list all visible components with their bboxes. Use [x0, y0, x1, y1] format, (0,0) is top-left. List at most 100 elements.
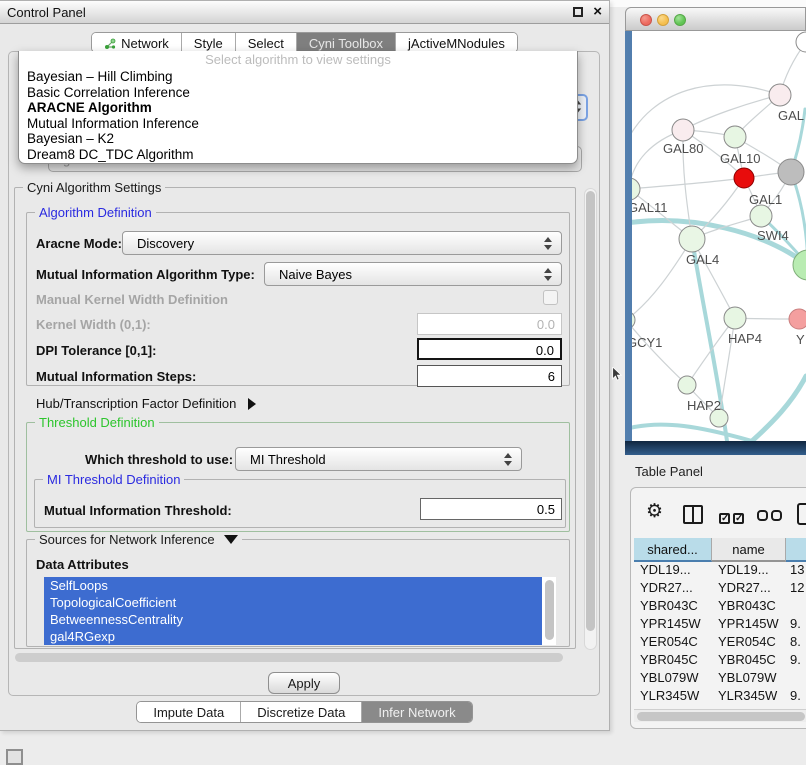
- manual-kernel-width-label: Manual Kernel Width Definition: [36, 292, 228, 307]
- settings-hscrollbar-thumb[interactable]: [15, 653, 563, 662]
- tab-infer-network[interactable]: Infer Network: [362, 702, 471, 722]
- dpi-tolerance-field[interactable]: 0.0: [417, 338, 562, 360]
- network-window-titlebar[interactable]: [625, 7, 806, 31]
- dropdown-item-aracne[interactable]: ARACNE Algorithm: [19, 100, 577, 116]
- float-window-icon[interactable]: [573, 7, 583, 17]
- column-header-shared-name[interactable]: shared...: [634, 538, 712, 562]
- column-header-name[interactable]: name: [712, 538, 786, 562]
- tab-impute-data[interactable]: Impute Data: [137, 702, 241, 722]
- node-label-gal-partial: GAL: [778, 108, 804, 123]
- dropdown-item-bayesian-hill-climbing[interactable]: Bayesian – Hill Climbing: [19, 69, 577, 85]
- node-gal4[interactable]: [679, 226, 705, 252]
- dropdown-item-dream8[interactable]: Dream8 DC_TDC Algorithm: [19, 147, 577, 163]
- close-traffic-light[interactable]: [640, 14, 652, 26]
- settings-vscrollbar-track[interactable]: [584, 188, 597, 650]
- node-gray[interactable]: [778, 159, 804, 185]
- node-hap2[interactable]: [678, 376, 696, 394]
- minimize-traffic-light[interactable]: [657, 14, 669, 26]
- algorithm-definition-title: Algorithm Definition: [35, 205, 156, 220]
- table-hscrollbar-track[interactable]: [634, 709, 806, 722]
- table-row[interactable]: YBL079W YBL079W: [634, 670, 806, 688]
- kernel-width-field[interactable]: 0.0: [417, 313, 562, 335]
- node-hap4[interactable]: [724, 307, 746, 329]
- mi-algorithm-type-label: Mutual Information Algorithm Type:: [36, 267, 255, 282]
- expand-right-icon: [248, 398, 256, 410]
- aracne-mode-label: Aracne Mode:: [36, 236, 122, 251]
- hub-definition-expander[interactable]: Hub/Transcription Factor Definition: [36, 396, 256, 411]
- tab-network[interactable]: Network: [92, 33, 182, 52]
- node-gal-partial[interactable]: [769, 84, 791, 106]
- collapse-down-icon: [224, 535, 238, 544]
- algorithm-dropdown-list: Select algorithm to view settings Bayesi…: [18, 51, 578, 164]
- tab-discretize-data[interactable]: Discretize Data: [241, 702, 362, 722]
- node-gal1[interactable]: [750, 205, 772, 227]
- dpi-tolerance-label: DPI Tolerance [0,1]:: [36, 343, 156, 358]
- list-item-selfloops[interactable]: SelfLoops: [44, 577, 542, 594]
- table-row[interactable]: YBR045C YBR045C 9.: [634, 652, 806, 670]
- node-red[interactable]: [734, 168, 754, 188]
- gear-icon[interactable]: ⚙: [646, 502, 663, 521]
- table-row[interactable]: YBR043C YBR043C: [634, 598, 806, 616]
- table-panel-title: Table Panel: [635, 464, 703, 479]
- tab-style[interactable]: Style: [182, 33, 236, 52]
- dock-panel-icon[interactable]: [6, 749, 23, 765]
- aracne-mode-combo[interactable]: Discovery: [122, 231, 562, 255]
- node-label-gal10: GAL10: [720, 151, 760, 166]
- node-label-gal11: GAL11: [632, 200, 668, 215]
- table-row[interactable]: YIL052C YIL052C 9: [634, 706, 806, 708]
- threshold-definition-title: Threshold Definition: [35, 415, 159, 430]
- attributes-list-scrollbar[interactable]: [545, 580, 554, 640]
- which-threshold-label: Which threshold to use:: [85, 452, 233, 467]
- dropdown-item-basic-correlation[interactable]: Basic Correlation Inference: [19, 85, 577, 101]
- settings-vscrollbar-thumb[interactable]: [586, 191, 595, 631]
- node-label-swi4: SWI4: [757, 228, 789, 243]
- control-panel-titlebar: Control Panel ×: [0, 1, 609, 24]
- table-row[interactable]: YLR345W YLR345W 9.: [634, 688, 806, 706]
- deselect-all-columns-icon[interactable]: [757, 509, 785, 524]
- column-header-partial[interactable]: [786, 538, 806, 562]
- node-label-gal1: GAL1: [749, 192, 782, 207]
- manual-kernel-width-checkbox[interactable]: [543, 290, 558, 305]
- control-panel-window: Control Panel × Network Style Select Cyn…: [0, 0, 610, 731]
- tab-cyni-toolbox[interactable]: Cyni Toolbox: [297, 33, 396, 52]
- which-threshold-combo[interactable]: MI Threshold: [235, 447, 522, 471]
- node-partial-top[interactable]: [796, 32, 806, 52]
- table-body: YDL19... YDL19... 13 YDR27... YDR27... 1…: [634, 562, 806, 708]
- dropdown-item-mutual-information[interactable]: Mutual Information Inference: [19, 116, 577, 132]
- zoom-traffic-light[interactable]: [674, 14, 686, 26]
- table-header-row: shared... name: [634, 538, 806, 562]
- partial-toolbar-icon[interactable]: [797, 503, 806, 525]
- list-item-betweennesscentrality[interactable]: BetweennessCentrality: [44, 611, 542, 628]
- teal-edges: [632, 109, 806, 441]
- kernel-width-label: Kernel Width (0,1):: [36, 317, 151, 332]
- node-gal10[interactable]: [724, 126, 746, 148]
- node-label-gcy1: GCY1: [632, 335, 662, 350]
- table-row[interactable]: YDR27... YDR27... 12: [634, 580, 806, 598]
- tab-select[interactable]: Select: [236, 33, 297, 52]
- node-label-hap2: HAP2: [687, 398, 721, 413]
- sources-group-title[interactable]: Sources for Network Inference: [35, 532, 242, 547]
- close-icon[interactable]: ×: [593, 3, 602, 20]
- cyni-bottom-tabbar: Impute Data Discretize Data Infer Networ…: [0, 701, 609, 723]
- list-item-gal4rgexp[interactable]: gal4RGexp: [44, 628, 542, 645]
- mi-steps-field[interactable]: 6: [417, 365, 562, 387]
- apply-button[interactable]: Apply: [268, 672, 340, 694]
- tab-jactivemnodules[interactable]: jActiveMNodules: [396, 33, 517, 52]
- table-row[interactable]: YER054C YER054C 8.: [634, 634, 806, 652]
- node-gal80[interactable]: [672, 119, 694, 141]
- mi-threshold-field[interactable]: 0.5: [420, 498, 562, 520]
- data-attributes-label: Data Attributes: [36, 557, 129, 572]
- table-hscrollbar-thumb[interactable]: [637, 712, 805, 721]
- mouse-cursor: [611, 367, 623, 381]
- select-all-columns-icon[interactable]: ✓✓: [719, 509, 747, 524]
- list-item-topologicalcoefficient[interactable]: TopologicalCoefficient: [44, 594, 542, 611]
- cyni-settings-group-title: Cyni Algorithm Settings: [23, 180, 165, 195]
- mi-algorithm-type-combo[interactable]: Naive Bayes: [264, 262, 562, 286]
- split-columns-icon[interactable]: [683, 505, 703, 524]
- table-row[interactable]: YDL19... YDL19... 13: [634, 562, 806, 580]
- table-row[interactable]: YPR145W YPR145W 9.: [634, 616, 806, 634]
- node-pink-y[interactable]: [789, 309, 806, 329]
- dropdown-item-bayesian-k2[interactable]: Bayesian – K2: [19, 131, 577, 147]
- data-attributes-list: SelfLoops TopologicalCoefficient Between…: [44, 577, 556, 645]
- chevron-updown-icon: [504, 453, 512, 466]
